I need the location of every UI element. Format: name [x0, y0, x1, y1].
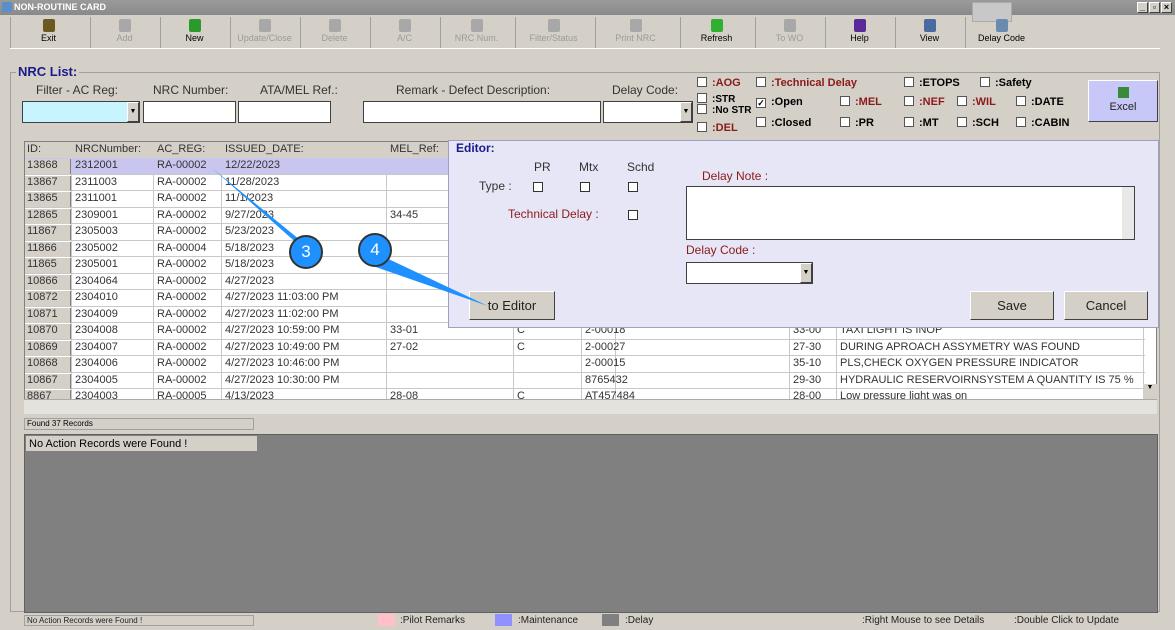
action-records-panel: No Action Records were Found !	[24, 434, 1158, 613]
callout-4-pointer	[370, 255, 488, 306]
pilot-remarks-swatch	[378, 614, 395, 626]
delay-swatch	[602, 614, 619, 626]
callout-4: 4	[358, 233, 392, 267]
status-left: No Action Records were Found !	[24, 615, 254, 626]
maintenance-swatch	[495, 614, 512, 626]
no-action-records: No Action Records were Found !	[25, 435, 258, 452]
delay-legend: :Delay	[625, 615, 654, 626]
right-mouse-hint: :Right Mouse to see Details	[862, 615, 985, 626]
callout-3: 3	[289, 235, 323, 269]
pilot-remarks-legend: :Pilot Remarks	[400, 615, 466, 626]
double-click-hint: :Double Click to Update	[1014, 615, 1120, 626]
maintenance-legend: :Maintenance	[518, 615, 579, 626]
